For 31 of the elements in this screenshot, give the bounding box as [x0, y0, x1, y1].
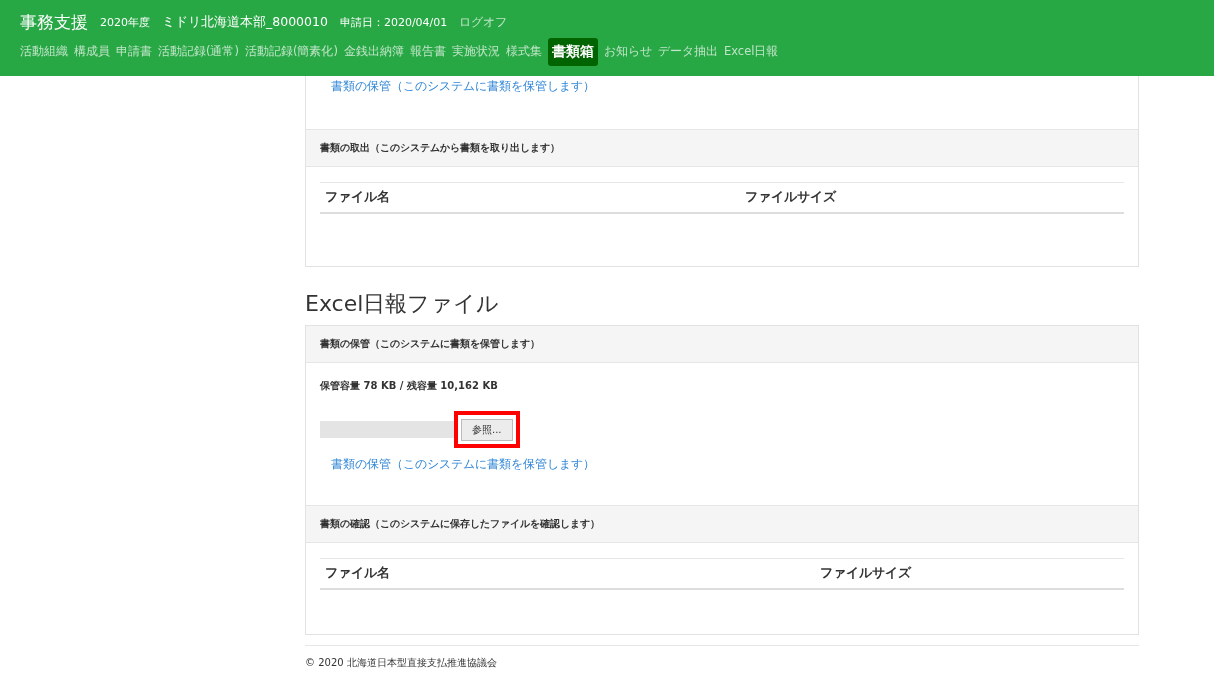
section-heading: Excel日報ファイル: [305, 290, 501, 318]
nav-link[interactable]: 実施状況: [451, 39, 500, 64]
nav-link[interactable]: 活動組織: [20, 39, 68, 64]
column-header: ファイルサイズ: [820, 565, 913, 582]
storage-capacity: 保管容量 78 KB / 残容量 10,162 KB: [319, 379, 499, 393]
nav-link[interactable]: 報告書: [409, 39, 446, 64]
section-header: 書類の確認（このシステムに保存したファイルを確認します）: [306, 505, 1138, 543]
nav-link[interactable]: Excel日報: [723, 39, 779, 64]
footer-copyright: © 2020 北海道日本型直接支払推進協議会: [305, 656, 498, 670]
brand-title: 事務支援: [20, 10, 88, 34]
column-header: ファイル名: [325, 565, 391, 582]
column-header: ファイルサイズ: [745, 189, 838, 206]
logout-link[interactable]: ログオフ: [459, 14, 508, 30]
column-header: ファイル名: [325, 189, 391, 206]
store-link[interactable]: 書類の保管（このシステムに書類を保管します）: [306, 76, 1138, 95]
section-header: 書類の取出（このシステムから書類を取り出します）: [306, 129, 1138, 167]
nav-link[interactable]: データ抽出: [657, 39, 718, 64]
store-link[interactable]: 書類の保管（このシステムに書類を保管します）: [306, 448, 1138, 473]
nav-link[interactable]: 様式集: [505, 39, 542, 64]
nav-link[interactable]: 金銭出納簿: [343, 39, 404, 64]
nav-link[interactable]: 活動記録(通常): [158, 39, 239, 64]
application-date: 申請日：2020/04/01: [339, 14, 448, 30]
nav-link[interactable]: 申請書: [116, 39, 152, 64]
nav-link[interactable]: お知らせ: [603, 39, 652, 64]
nav-link[interactable]: 書類箱: [547, 37, 598, 66]
nav-link[interactable]: 活動記録(簡素化): [245, 39, 338, 64]
organization-name: ミドリ北海道本部_8000010: [162, 13, 328, 31]
section-header: 書類の保管（このシステムに書類を保管します）: [306, 326, 1138, 363]
fiscal-year: 2020年度: [100, 14, 150, 30]
browse-button[interactable]: 参照...: [461, 419, 513, 441]
nav-link[interactable]: 構成員: [74, 39, 110, 64]
